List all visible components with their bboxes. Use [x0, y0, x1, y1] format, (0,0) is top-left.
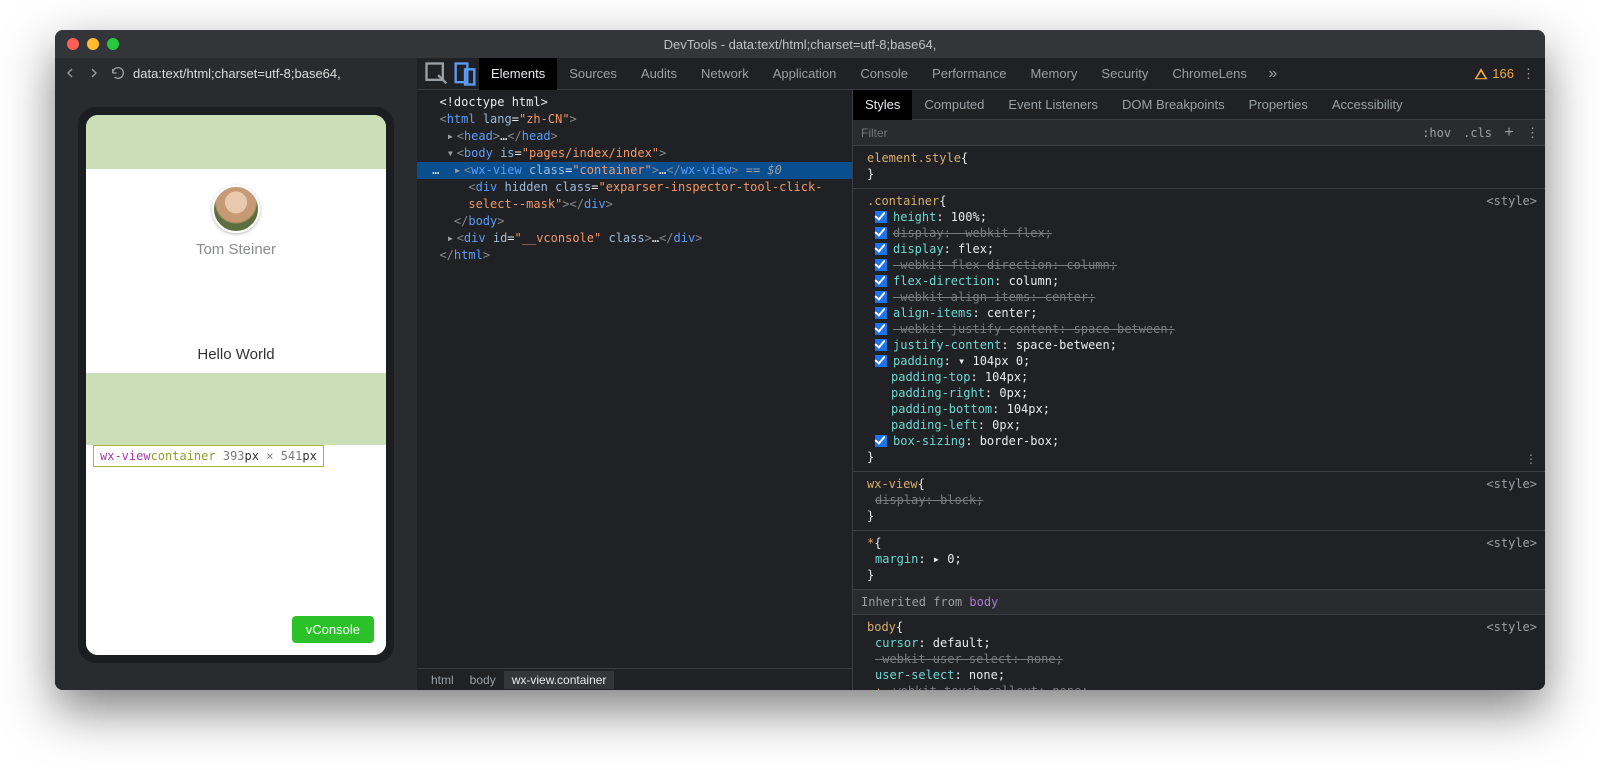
css-rule[interactable]: <style>* {margin: ▸ 0;} [853, 531, 1545, 590]
new-rule-icon[interactable]: + [1498, 124, 1520, 142]
tab-security[interactable]: Security [1089, 58, 1160, 90]
titlebar: DevTools - data:text/html;charset=utf-8;… [55, 30, 1545, 58]
vconsole-button[interactable]: vConsole [292, 616, 374, 643]
hov-toggle[interactable]: :hov [1416, 126, 1457, 140]
tooltip-tag: wx-view [100, 449, 151, 463]
user-area: Tom Steiner [86, 169, 386, 336]
checkbox-icon[interactable] [875, 355, 887, 367]
checkbox-icon[interactable] [875, 291, 887, 303]
main-tabs: ElementsSourcesAuditsNetworkApplicationC… [479, 58, 1259, 90]
checkbox-icon[interactable] [875, 339, 887, 351]
phone-frame: Tom Steiner Hello World wx-viewcontainer… [78, 107, 394, 663]
footer-band: wx-viewcontainer 393px × 541px [86, 373, 386, 445]
elements-panel: <!doctype html> <html lang="zh-CN"> ▸<he… [417, 90, 853, 690]
window-title: DevTools - data:text/html;charset=utf-8;… [55, 37, 1545, 52]
styles-tab-event-listeners[interactable]: Event Listeners [996, 90, 1110, 120]
styles-tab-styles[interactable]: Styles [853, 90, 912, 120]
devtools-window: DevTools - data:text/html;charset=utf-8;… [55, 30, 1545, 690]
dom-tree[interactable]: <!doctype html> <html lang="zh-CN"> ▸<he… [417, 90, 852, 668]
url-text[interactable]: data:text/html;charset=utf-8;base64, [133, 66, 341, 81]
device-frame: Tom Steiner Hello World wx-viewcontainer… [55, 88, 417, 690]
checkbox-icon[interactable] [875, 307, 887, 319]
tab-sources[interactable]: Sources [557, 58, 629, 90]
tooltip-w: 393 [223, 449, 245, 463]
css-rule[interactable]: <style>.container {height: 100%;display:… [853, 189, 1545, 472]
devtools-panel: ElementsSourcesAuditsNetworkApplicationC… [417, 58, 1545, 690]
header-band [86, 115, 386, 169]
rule-source[interactable]: <style> [1486, 535, 1537, 551]
styles-tabs: StylesComputedEvent ListenersDOM Breakpo… [853, 90, 1545, 120]
inspect-icon[interactable] [423, 60, 451, 88]
css-rule[interactable]: element.style {} [853, 146, 1545, 189]
rule-source[interactable]: <style> [1486, 619, 1537, 635]
checkbox-icon[interactable] [875, 227, 887, 239]
styles-panel: StylesComputedEvent ListenersDOM Breakpo… [853, 90, 1545, 690]
forward-icon[interactable] [85, 64, 103, 82]
crumb-body[interactable]: body [462, 671, 504, 689]
address-bar: data:text/html;charset=utf-8;base64, [55, 58, 417, 88]
overflow-icon[interactable]: » [1259, 60, 1287, 88]
tab-network[interactable]: Network [689, 58, 761, 90]
rule-source[interactable]: <style> [1486, 193, 1537, 209]
filter-input[interactable] [853, 126, 1416, 140]
tab-console[interactable]: Console [848, 58, 920, 90]
checkbox-icon[interactable] [875, 211, 887, 223]
styles-tab-computed[interactable]: Computed [912, 90, 996, 120]
tooltip-class: container [151, 449, 216, 463]
css-rule[interactable]: <style>wx-view {display: block;} [853, 472, 1545, 531]
checkbox-icon[interactable] [875, 243, 887, 255]
checkbox-icon[interactable] [875, 275, 887, 287]
phone-screen[interactable]: Tom Steiner Hello World wx-viewcontainer… [86, 115, 386, 655]
tab-application[interactable]: Application [761, 58, 849, 90]
styles-tab-dom-breakpoints[interactable]: DOM Breakpoints [1110, 90, 1237, 120]
styles-more-icon[interactable]: ⋮ [1520, 125, 1545, 141]
reload-icon[interactable] [109, 64, 127, 82]
tab-elements[interactable]: Elements [479, 58, 557, 90]
styles-tab-accessibility[interactable]: Accessibility [1320, 90, 1415, 120]
tab-audits[interactable]: Audits [629, 58, 689, 90]
back-icon[interactable] [61, 64, 79, 82]
kebab-icon[interactable]: ⋮ [1522, 66, 1535, 82]
warning-count: 166 [1492, 66, 1514, 81]
crumb-wx-view-container[interactable]: wx-view.container [504, 671, 615, 689]
main-toolbar: ElementsSourcesAuditsNetworkApplicationC… [417, 58, 1545, 90]
inherited-header: Inherited from body [853, 590, 1545, 615]
tooltip-h: 541 [281, 449, 303, 463]
tab-performance[interactable]: Performance [920, 58, 1018, 90]
cls-toggle[interactable]: .cls [1457, 126, 1498, 140]
filter-row: :hov .cls + ⋮ [853, 120, 1545, 146]
device-toggle-icon[interactable] [451, 60, 479, 88]
username-text: Tom Steiner [86, 241, 386, 258]
breadcrumb: htmlbodywx-view.container [417, 668, 852, 690]
tab-chromelens[interactable]: ChromeLens [1160, 58, 1258, 90]
preview-column: data:text/html;charset=utf-8;base64, Tom… [55, 58, 417, 690]
tab-memory[interactable]: Memory [1018, 58, 1089, 90]
rules-list[interactable]: element.style {}<style>.container {heigh… [853, 146, 1545, 690]
crumb-html[interactable]: html [423, 671, 462, 689]
rule-source[interactable]: <style> [1486, 476, 1537, 492]
rule-more-icon[interactable]: ⋮ [1525, 451, 1537, 467]
inspect-tooltip: wx-viewcontainer 393px × 541px [93, 445, 324, 467]
hello-text: Hello World [86, 336, 386, 373]
checkbox-icon[interactable] [875, 259, 887, 271]
styles-tab-properties[interactable]: Properties [1237, 90, 1320, 120]
css-rule[interactable]: <style>body {cursor: default;-webkit-use… [853, 615, 1545, 690]
checkbox-icon[interactable] [875, 323, 887, 335]
warnings-badge[interactable]: 166 [1474, 66, 1514, 81]
checkbox-icon[interactable] [875, 435, 887, 447]
avatar [212, 185, 260, 233]
